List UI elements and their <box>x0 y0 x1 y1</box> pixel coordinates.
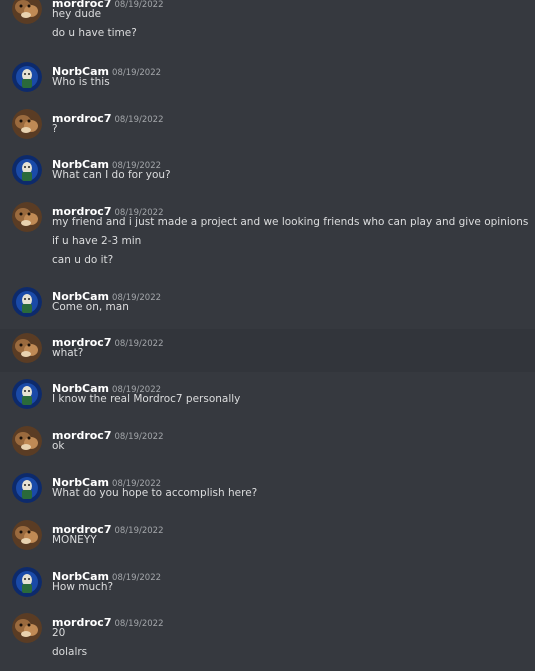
message-text: can u do it? <box>52 254 114 266</box>
brown-dog-avatar-icon[interactable] <box>12 333 42 363</box>
brown-dog-avatar-icon[interactable] <box>12 202 42 232</box>
blue-cave-figure-avatar-icon[interactable] <box>12 567 42 597</box>
message-text: dolalrs <box>52 646 88 658</box>
blue-cave-figure-avatar-icon[interactable] <box>12 287 42 317</box>
chat-message[interactable]: mordroc7 08/19/2022 20 dolalrs <box>0 609 535 671</box>
message-text: my friend and i just made a project and … <box>52 216 529 228</box>
message-timestamp: 08/19/2022 <box>114 0 164 10</box>
message-timestamp: 08/19/2022 <box>112 573 162 583</box>
chat-message[interactable]: mordroc7 08/19/2022 what? <box>0 329 535 372</box>
message-text: if u have 2-3 min <box>52 235 142 247</box>
message-text: hey dude <box>52 8 102 20</box>
message-header: mordroc7 08/19/2022 <box>52 611 163 630</box>
message-timestamp: 08/19/2022 <box>114 339 164 349</box>
chat-message[interactable]: NorbCam 08/19/2022 How much? <box>0 563 535 606</box>
message-timestamp: 08/19/2022 <box>114 619 164 629</box>
chat-message[interactable]: NorbCam 08/19/2022 Come on, man <box>0 283 535 326</box>
message-header: mordroc7 08/19/2022 <box>52 424 163 443</box>
message-text: what? <box>52 347 84 359</box>
blue-cave-figure-avatar-icon[interactable] <box>12 155 42 185</box>
chat-message[interactable]: mordroc7 08/19/2022 my friend and i just m… <box>0 198 535 279</box>
message-timestamp: 08/19/2022 <box>114 526 164 536</box>
author-name[interactable]: mordroc7 <box>52 112 111 125</box>
message-text: I know the real Mordroc7 personally <box>52 393 241 405</box>
brown-dog-avatar-icon[interactable] <box>12 426 42 456</box>
blue-cave-figure-avatar-icon[interactable] <box>12 473 42 503</box>
message-text: How much? <box>52 581 114 593</box>
message-header: mordroc7 08/19/2022 <box>52 107 163 126</box>
message-text: ok <box>52 440 65 452</box>
message-timestamp: 08/19/2022 <box>114 432 164 442</box>
message-timestamp: 08/19/2022 <box>112 68 162 78</box>
message-text: What can I do for you? <box>52 169 171 181</box>
brown-dog-avatar-icon[interactable] <box>12 520 42 550</box>
message-timestamp: 08/19/2022 <box>114 115 164 125</box>
brown-dog-avatar-icon[interactable] <box>12 0 42 24</box>
blue-cave-figure-avatar-icon[interactable] <box>12 379 42 409</box>
message-text: What do you hope to accomplish here? <box>52 487 258 499</box>
chat-message[interactable]: mordroc7 08/19/2022 ok <box>0 422 535 465</box>
brown-dog-avatar-icon[interactable] <box>12 109 42 139</box>
chat-message[interactable]: NorbCam 08/19/2022 What do you hope to acc… <box>0 469 535 512</box>
blue-cave-figure-avatar-icon[interactable] <box>12 62 42 92</box>
chat-message[interactable]: mordroc7 08/19/2022 hey dude do u have time… <box>0 0 535 52</box>
brown-dog-avatar-icon[interactable] <box>12 613 42 643</box>
message-text: ? <box>52 123 58 135</box>
chat-message[interactable]: NorbCam 08/19/2022 Who is this <box>0 58 535 101</box>
message-text: do u have time? <box>52 27 137 39</box>
message-text: MONEYY <box>52 534 97 546</box>
chat-message[interactable]: NorbCam 08/19/2022 What can I do for you? <box>0 151 535 194</box>
chat-message[interactable]: mordroc7 08/19/2022 MONEYY <box>0 516 535 559</box>
chat-message[interactable]: mordroc7 08/19/2022? <box>0 105 535 148</box>
message-list: mordroc7 08/19/2022 hey dude do u have time… <box>0 0 535 668</box>
message-text: Who is this <box>52 76 110 88</box>
chat-message[interactable]: NorbCam 08/19/2022 I know the real Mordroc… <box>0 375 535 418</box>
message-text: Come on, man <box>52 301 129 313</box>
message-text: 20 <box>52 627 66 639</box>
